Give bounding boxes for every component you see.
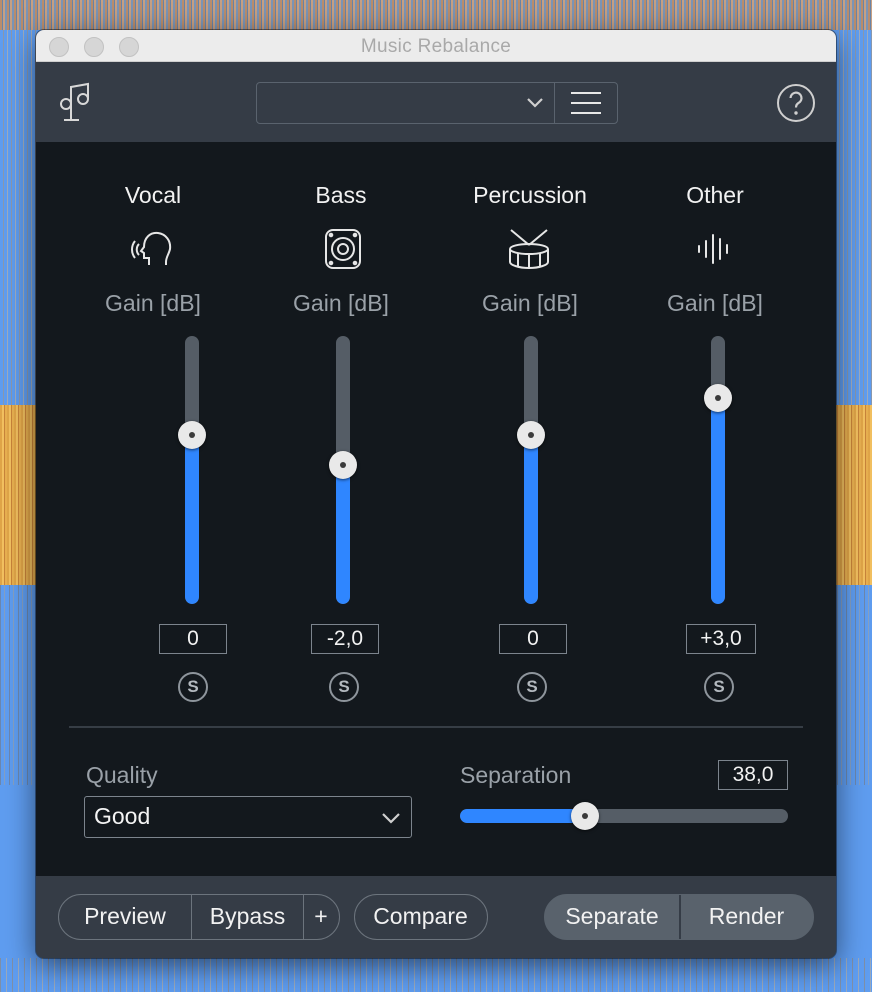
separation-label: Separation bbox=[460, 762, 572, 788]
title-bar: Music Rebalance bbox=[36, 30, 836, 62]
percussion-gain-fill bbox=[524, 435, 538, 604]
vocal-gain-slider-handle[interactable] bbox=[178, 421, 206, 450]
vocal-solo-button[interactable]: S bbox=[178, 672, 208, 702]
quality-dropdown[interactable]: Good bbox=[84, 796, 412, 838]
gain-label: Gain [dB] bbox=[293, 290, 389, 316]
percussion-gain-slider-handle[interactable] bbox=[517, 421, 545, 450]
vocal-gain-value[interactable]: 0 bbox=[159, 624, 227, 654]
compare-group: Compare bbox=[354, 894, 488, 940]
music-rebalance-window: Music Rebalance Vocal Gain [dB] 0 S Bass… bbox=[36, 30, 836, 958]
waveform-icon bbox=[698, 234, 728, 264]
percussion-gain-slider-track[interactable] bbox=[524, 336, 538, 604]
gain-label: Gain [dB] bbox=[105, 290, 201, 316]
bass-gain-value[interactable]: -2,0 bbox=[311, 624, 379, 654]
toolbar bbox=[36, 62, 836, 142]
music-note-stand-icon[interactable] bbox=[58, 82, 92, 122]
gain-label: Gain [dB] bbox=[667, 290, 763, 316]
chevron-down-icon bbox=[527, 98, 543, 108]
bypass-button[interactable]: Bypass bbox=[191, 895, 303, 939]
source-name: Percussion bbox=[473, 182, 587, 208]
preview-button[interactable]: Preview bbox=[59, 895, 191, 939]
process-group: Separate Render bbox=[544, 894, 814, 940]
separate-button[interactable]: Separate bbox=[545, 895, 679, 939]
quality-value: Good bbox=[94, 803, 151, 829]
render-button[interactable]: Render bbox=[679, 895, 812, 939]
divider bbox=[69, 726, 803, 728]
preset-selector bbox=[256, 82, 618, 124]
vocal-head-icon bbox=[131, 231, 172, 265]
separation-fill bbox=[460, 809, 585, 823]
drum-icon bbox=[509, 229, 549, 270]
speaker-icon bbox=[325, 229, 361, 269]
preset-menu-button[interactable] bbox=[555, 83, 617, 123]
preview-bypass-group: Preview Bypass + bbox=[58, 894, 340, 940]
compare-button[interactable]: Compare bbox=[355, 895, 486, 939]
other-gain-slider-track[interactable] bbox=[711, 336, 725, 604]
footer-bar: Preview Bypass + Compare Separate Render bbox=[36, 876, 836, 958]
gain-label: Gain [dB] bbox=[482, 290, 578, 316]
chevron-down-icon bbox=[382, 813, 400, 824]
other-gain-slider-handle[interactable] bbox=[704, 383, 732, 412]
bass-solo-button[interactable]: S bbox=[329, 672, 359, 702]
other-gain-value[interactable]: +3,0 bbox=[686, 624, 756, 654]
other-gain-fill bbox=[711, 397, 725, 604]
bass-gain-fill bbox=[336, 464, 350, 604]
vocal-gain-fill bbox=[185, 435, 199, 604]
source-name: Other bbox=[686, 182, 744, 208]
percussion-gain-value[interactable]: 0 bbox=[499, 624, 567, 654]
other-solo-button[interactable]: S bbox=[704, 672, 734, 702]
separation-slider-track[interactable] bbox=[460, 809, 788, 823]
source-name: Vocal bbox=[124, 182, 182, 208]
question-circle-icon[interactable] bbox=[776, 83, 816, 123]
separation-value[interactable]: 38,0 bbox=[718, 760, 788, 790]
percussion-solo-button[interactable]: S bbox=[517, 672, 547, 702]
quality-label: Quality bbox=[86, 762, 158, 788]
window-title: Music Rebalance bbox=[360, 36, 512, 57]
bass-gain-slider-handle[interactable] bbox=[329, 450, 357, 479]
source-name: Bass bbox=[315, 182, 367, 208]
rebalance-panel: Vocal Gain [dB] 0 S Bass Gain [dB] -2,0 … bbox=[36, 142, 836, 876]
preset-dropdown[interactable] bbox=[257, 83, 555, 123]
separation-slider-handle[interactable] bbox=[570, 802, 599, 830]
vocal-gain-slider-track[interactable] bbox=[185, 336, 199, 604]
add-button[interactable]: + bbox=[303, 895, 338, 939]
